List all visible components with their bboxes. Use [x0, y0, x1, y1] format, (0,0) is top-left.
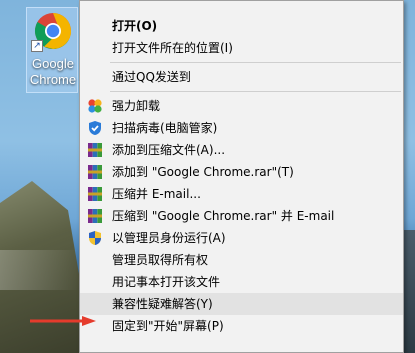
menu-item-open-notepad[interactable]: 用记事本打开该文件	[80, 271, 403, 293]
desktop-sea	[0, 250, 80, 290]
menu-separator	[110, 62, 401, 63]
menu-item-label: 添加到压缩文件(A)...	[112, 143, 226, 157]
menu-item-label: 管理员取得所有权	[112, 253, 209, 267]
winrar-archive-icon	[88, 143, 102, 157]
context-menu: 打开(O) 打开文件所在的位置(I) 通过QQ发送到 强力卸载 扫描病毒(电脑管…	[79, 0, 404, 353]
shortcut-arrow-icon: ↗	[31, 40, 43, 52]
desktop-icon-label: Google Chrome	[29, 56, 77, 87]
menu-item-open-location[interactable]: 打开文件所在的位置(I)	[80, 37, 403, 59]
menu-item-label: 压缩到 "Google Chrome.rar" 并 E-mail	[112, 209, 335, 223]
menu-item-label: 以管理员身份运行(A)	[112, 231, 226, 245]
menu-item-scan-virus[interactable]: 扫描病毒(电脑管家)	[80, 117, 403, 139]
menu-item-add-archive[interactable]: 添加到压缩文件(A)...	[80, 139, 403, 161]
menu-item-force-uninstall[interactable]: 强力卸载	[80, 95, 403, 117]
menu-item-send-qq[interactable]: 通过QQ发送到	[80, 66, 403, 88]
menu-separator	[110, 91, 401, 92]
shield-scan-icon	[89, 121, 101, 135]
chrome-desktop-icon[interactable]: ↗ Google Chrome	[26, 7, 78, 93]
red-pointer-arrow-icon	[30, 316, 96, 326]
menu-item-label: 兼容性疑难解答(Y)	[112, 297, 213, 311]
menu-item-label: 添加到 "Google Chrome.rar"(T)	[112, 165, 294, 179]
menu-item-open[interactable]: 打开(O)	[80, 15, 403, 37]
menu-item-compress-to-rar-email[interactable]: 压缩到 "Google Chrome.rar" 并 E-mail	[80, 205, 403, 227]
winrar-archive-icon	[88, 209, 102, 223]
winrar-archive-icon	[88, 165, 102, 179]
menu-item-pin-to-start[interactable]: 固定到"开始"屏幕(P)	[80, 315, 403, 337]
winrar-archive-icon	[88, 187, 102, 201]
menu-item-run-as-admin[interactable]: 以管理员身份运行(A)	[80, 227, 403, 249]
uac-shield-icon	[89, 231, 101, 245]
menu-item-label: 打开(O)	[112, 19, 158, 33]
clover-uninstall-icon	[88, 99, 102, 113]
menu-item-label: 打开文件所在的位置(I)	[112, 41, 233, 55]
menu-item-label: 固定到"开始"屏幕(P)	[112, 319, 224, 333]
menu-item-compat-troubleshoot[interactable]: 兼容性疑难解答(Y)	[80, 293, 403, 315]
menu-item-label: 通过QQ发送到	[112, 70, 191, 84]
menu-item-label: 用记事本打开该文件	[112, 275, 221, 289]
menu-item-label: 扫描病毒(电脑管家)	[112, 121, 218, 135]
menu-item-label: 强力卸载	[112, 99, 161, 113]
menu-item-take-ownership[interactable]: 管理员取得所有权	[80, 249, 403, 271]
menu-item-add-to-rar[interactable]: 添加到 "Google Chrome.rar"(T)	[80, 161, 403, 183]
menu-item-compress-email[interactable]: 压缩并 E-mail...	[80, 183, 403, 205]
menu-item-label: 压缩并 E-mail...	[112, 187, 201, 201]
